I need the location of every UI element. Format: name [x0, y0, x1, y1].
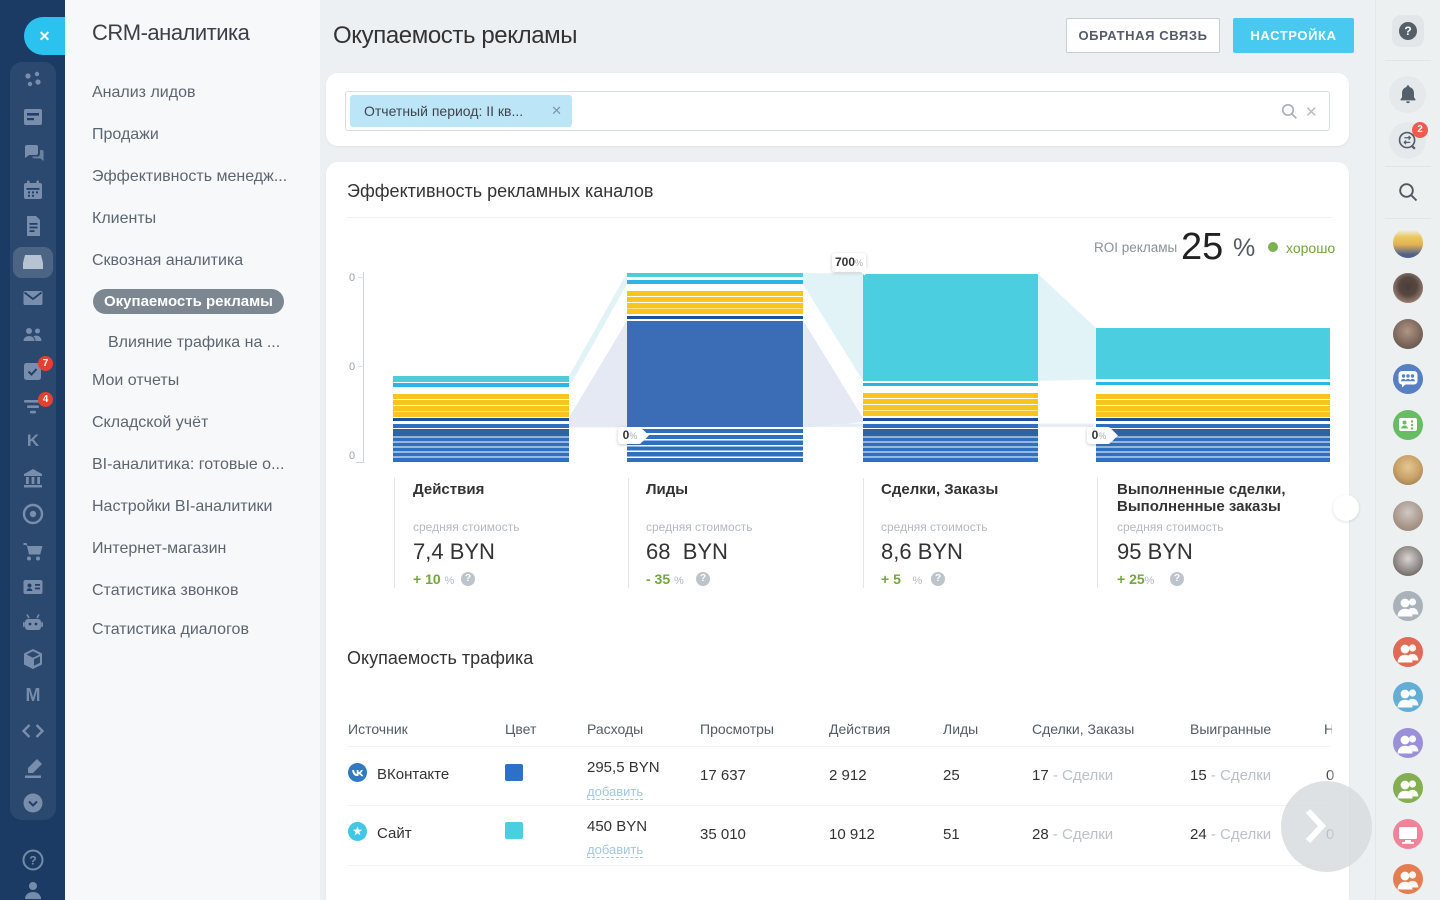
- svg-text:?: ?: [29, 854, 36, 868]
